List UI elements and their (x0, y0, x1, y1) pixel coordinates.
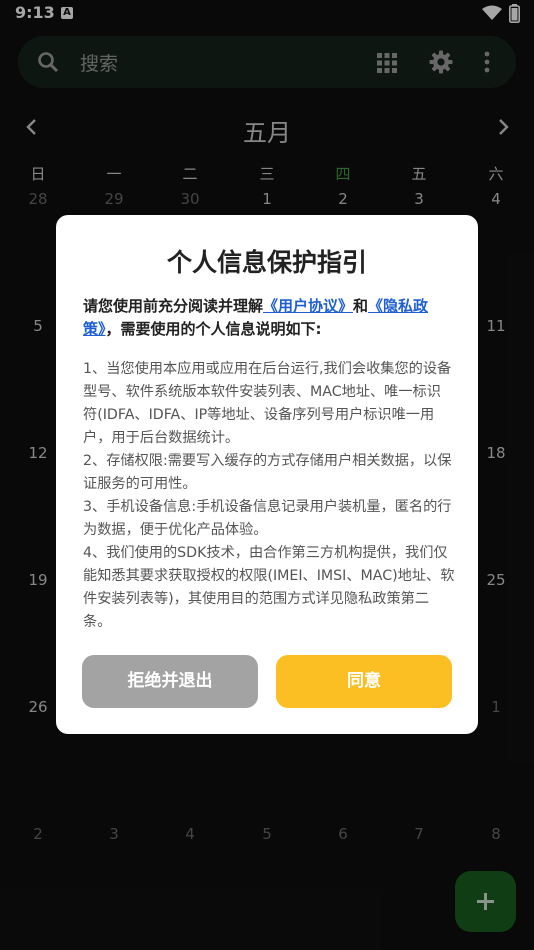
agree-button[interactable]: 同意 (276, 655, 452, 708)
intro-conjunction: 和 (353, 297, 369, 315)
intro-prefix: 请您使用前充分阅读并理解 (83, 297, 264, 315)
privacy-dialog: 个人信息保护指引 请您使用前充分阅读并理解《用户协议》和《隐私政策》，需要使用的… (56, 215, 478, 734)
dialog-paragraph: 3、手机设备信息:手机设备信息记录用户装机量，匿名的行为数据，便于优化产品体验。 (83, 499, 452, 538)
dialog-title: 个人信息保护指引 (166, 248, 367, 277)
user-agreement-link[interactable]: 《用户协议》 (263, 297, 353, 315)
dialog-paragraph: 1、当您使用本应用或应用在后台运行,我们会收集您的设备型号、软件系统版本软件安装… (83, 361, 452, 446)
dialog-body: 1、当您使用本应用或应用在后台运行,我们会收集您的设备型号、软件系统版本软件安装… (83, 358, 455, 634)
dialog-paragraph: 2、存储权限:需要写入缓存的方式存储用户相关数据，以保证服务的可用性。 (83, 453, 452, 492)
dialog-intro: 请您使用前充分阅读并理解《用户协议》和《隐私政策》，需要使用的个人信息说明如下: (83, 295, 453, 341)
dialog-paragraph: 4、我们使用的SDK技术，由合作第三方机构提供，我们仅能知悉其要求获取授权的权限… (83, 545, 455, 630)
intro-suffix: ，需要使用的个人信息说明如下: (105, 320, 322, 338)
reject-exit-button[interactable]: 拒绝并退出 (82, 655, 258, 708)
